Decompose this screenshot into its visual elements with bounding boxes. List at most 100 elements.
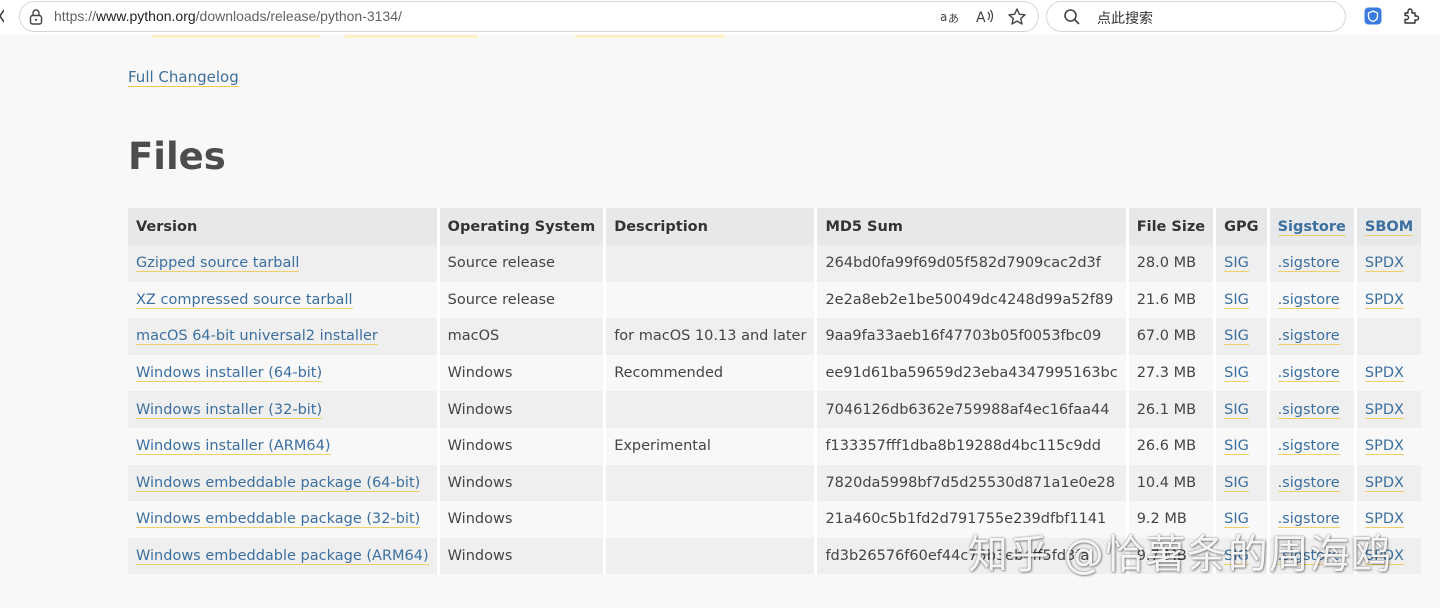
cell-version: XZ compressed source tarball	[128, 281, 440, 319]
version-link[interactable]: Windows embeddable package (ARM64)	[136, 548, 429, 566]
table-row: Windows installer (ARM64) Windows Experime…	[128, 427, 1422, 465]
cell-size: 10.4 MB	[1127, 464, 1217, 502]
extension-shield-icon[interactable]	[1363, 6, 1383, 26]
back-arrow-icon[interactable]	[0, 8, 4, 24]
gpg-link[interactable]: SIG	[1224, 328, 1249, 346]
cell-gpg: SIG	[1214, 318, 1270, 355]
sbom-link[interactable]: SPDX	[1364, 255, 1404, 273]
cell-version: Gzipped source tarball	[128, 245, 440, 282]
full-changelog-link[interactable]: Full Changelog	[128, 68, 239, 87]
svg-text:a: a	[940, 10, 947, 24]
cell-md5: f133357fff1dba8b19288d4bc115c9dd	[815, 427, 1129, 465]
version-link[interactable]: Windows embeddable package (64-bit)	[136, 474, 421, 492]
url-path: /downloads/release/python-3134/	[195, 8, 402, 24]
cell-description: Experimental	[604, 427, 818, 465]
version-link[interactable]: Windows embeddable package (32-bit)	[136, 511, 421, 529]
cell-description	[604, 281, 818, 319]
gpg-link[interactable]: SIG	[1224, 401, 1249, 419]
cell-gpg: SIG	[1214, 391, 1270, 428]
table-row: Windows installer (64-bit) Windows Recomme…	[128, 354, 1422, 392]
gpg-link[interactable]: SIG	[1224, 255, 1249, 273]
header-sigstore-link[interactable]: Sigstore	[1277, 218, 1346, 236]
cell-size: 27.3 MB	[1127, 354, 1217, 392]
sbom-link[interactable]: SPDX	[1364, 474, 1404, 492]
sigstore-link[interactable]: .sigstore	[1277, 328, 1340, 346]
lock-icon[interactable]	[28, 8, 44, 26]
scrolled-link-underline	[345, 35, 478, 38]
table-row: Windows installer (32-bit) Windows 7046126…	[128, 391, 1422, 428]
cell-os: Windows	[438, 427, 607, 465]
gpg-link[interactable]: SIG	[1224, 365, 1249, 383]
cell-description	[604, 391, 818, 428]
translate-icon[interactable]: a あ	[939, 7, 959, 27]
cell-sigstore: .sigstore	[1268, 464, 1357, 502]
cell-sigstore: .sigstore	[1268, 281, 1357, 319]
sbom-link[interactable]: SPDX	[1364, 291, 1404, 309]
version-link[interactable]: Windows installer (64-bit)	[136, 365, 323, 383]
cell-md5: 7820da5998bf7d5d25530d871a1e0e28	[815, 464, 1129, 502]
table-row: macOS 64-bit universal2 installer macOS fo…	[128, 318, 1422, 355]
cell-sigstore: .sigstore	[1268, 245, 1357, 282]
header-file-size: File Size	[1127, 208, 1217, 245]
cell-os: Windows	[438, 391, 607, 428]
cell-sbom: SPDX	[1355, 245, 1422, 282]
files-table: Version Operating System Description MD5…	[128, 208, 1422, 575]
sigstore-link[interactable]: .sigstore	[1277, 255, 1340, 273]
extensions-puzzle-icon[interactable]	[1401, 6, 1421, 26]
cell-sbom: SPDX	[1355, 354, 1422, 392]
cell-sigstore: .sigstore	[1268, 427, 1357, 465]
cell-version: Windows installer (ARM64)	[128, 427, 440, 465]
cell-description	[604, 501, 818, 538]
cell-sbom: SPDX	[1355, 427, 1422, 465]
sigstore-link[interactable]: .sigstore	[1277, 438, 1340, 456]
read-aloud-icon[interactable]: A	[975, 7, 995, 27]
gpg-link[interactable]: SIG	[1224, 474, 1249, 492]
version-link[interactable]: Windows installer (32-bit)	[136, 401, 323, 419]
favorite-star-icon[interactable]	[1007, 7, 1027, 27]
cell-sbom: SPDX	[1355, 391, 1422, 428]
sigstore-link[interactable]: .sigstore	[1277, 365, 1340, 383]
header-sigstore: Sigstore	[1268, 208, 1357, 245]
svg-text:A: A	[976, 10, 986, 26]
table-header-row: Version Operating System Description MD5…	[128, 208, 1422, 245]
version-link[interactable]: Windows installer (ARM64)	[136, 438, 331, 456]
address-bar[interactable]: https://www.python.org/downloads/release…	[19, 1, 1039, 32]
cell-sigstore: .sigstore	[1268, 391, 1357, 428]
cell-gpg: SIG	[1214, 281, 1270, 319]
cell-md5: 7046126db6362e759988af4ec16faa44	[815, 391, 1129, 428]
cell-size: 28.0 MB	[1127, 245, 1217, 282]
table-row: XZ compressed source tarball Source relea…	[128, 281, 1422, 319]
sbom-link[interactable]: SPDX	[1364, 365, 1404, 383]
cell-version: Windows embeddable package (ARM64)	[128, 537, 440, 575]
zhihu-watermark: 知乎 @恰薯条的周海鸥	[968, 532, 1392, 578]
cell-sbom	[1355, 318, 1422, 355]
search-box[interactable]: 点此搜索	[1046, 1, 1346, 32]
cell-sigstore: .sigstore	[1268, 354, 1357, 392]
sbom-link[interactable]: SPDX	[1364, 438, 1404, 456]
gpg-link[interactable]: SIG	[1224, 291, 1249, 309]
cell-gpg: SIG	[1214, 354, 1270, 392]
sigstore-link[interactable]: .sigstore	[1277, 401, 1340, 419]
address-url[interactable]: https://www.python.org/downloads/release…	[54, 8, 402, 24]
header-sbom-link[interactable]: SBOM	[1364, 218, 1414, 236]
sigstore-link[interactable]: .sigstore	[1277, 291, 1340, 309]
sigstore-link[interactable]: .sigstore	[1277, 474, 1340, 492]
sbom-link[interactable]: SPDX	[1364, 401, 1404, 419]
header-gpg: GPG	[1214, 208, 1270, 245]
url-host: www.python.org	[96, 8, 196, 24]
gpg-link[interactable]: SIG	[1224, 438, 1249, 456]
cell-gpg: SIG	[1214, 427, 1270, 465]
cell-sbom: SPDX	[1355, 281, 1422, 319]
cell-description	[604, 464, 818, 502]
version-link[interactable]: Gzipped source tarball	[136, 255, 300, 273]
cell-os: Windows	[438, 537, 607, 575]
cell-md5: 264bd0fa99f69d05f582d7909cac2d3f	[815, 245, 1129, 282]
cell-description: Recommended	[604, 354, 818, 392]
cell-description	[604, 245, 818, 282]
table-row: Windows embeddable package (64-bit) Windo…	[128, 464, 1422, 502]
cell-sbom: SPDX	[1355, 464, 1422, 502]
cell-size: 67.0 MB	[1127, 318, 1217, 355]
files-heading: Files	[128, 135, 226, 178]
version-link[interactable]: macOS 64-bit universal2 installer	[136, 328, 378, 346]
version-link[interactable]: XZ compressed source tarball	[136, 291, 353, 309]
